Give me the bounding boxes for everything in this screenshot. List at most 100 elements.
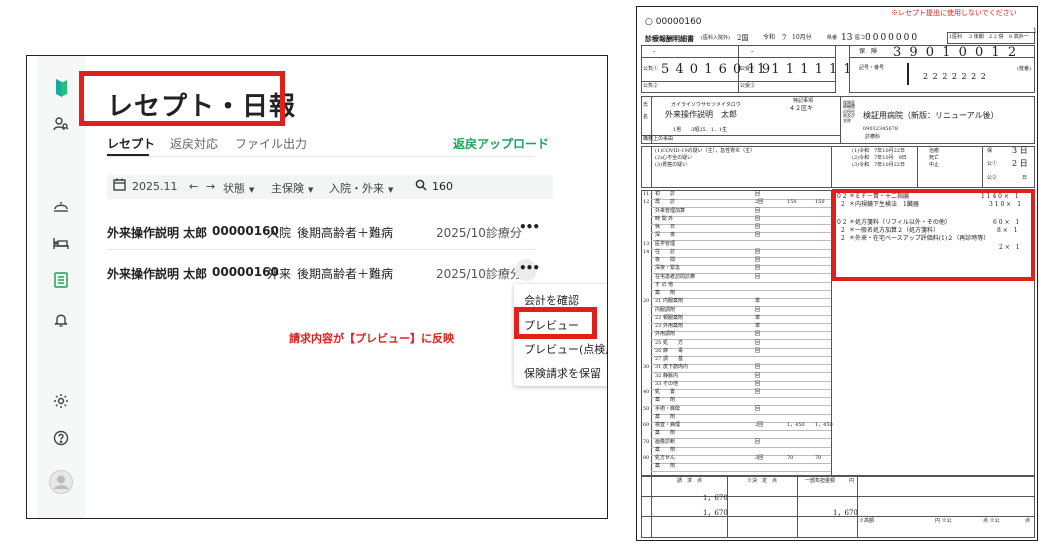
logo-icon[interactable] [49,76,73,100]
prev-month-icon[interactable]: ← [189,180,198,193]
item-count: 回 [755,380,761,387]
item-code: 50 [643,405,650,412]
receipt-form-title: 診療報酬明細書 [645,34,694,43]
rule [831,146,832,188]
rule [727,476,728,538]
rule [797,476,798,538]
rule [641,496,1035,497]
footer-meal-3: 点 [1025,518,1031,524]
item-points: 1，450 [787,422,805,428]
menu-item-check-billing[interactable]: 会計を確認 [524,292,579,308]
item-points: 70 [787,455,794,461]
avatar-icon[interactable] [49,470,73,494]
item-row-rule [651,256,831,258]
insurance-filter[interactable]: 主保険 ▼ [271,180,313,196]
receipt-pref-no: 13 [841,33,853,43]
bed-icon[interactable] [49,231,73,255]
receipt-icon[interactable] [49,268,73,292]
item-label: 検査・病理 [655,422,681,428]
item-label: 薬 剤 [655,290,676,296]
footer-meal-2: 点 ※公 [983,518,1000,524]
insurance-filter-label: 主保険 [271,182,304,195]
item-count: 回 [755,306,761,313]
label-mei: 名 [643,114,649,120]
receipt-flag-2: 3 後期 [969,34,984,40]
item-label: 外用調剤 [655,331,676,338]
tab-receipt[interactable]: レセプト [107,135,155,152]
bell-icon[interactable] [49,308,73,332]
help-icon[interactable] [49,426,73,450]
item-label: そ の 他 [655,281,674,288]
row-1-patient-name[interactable]: 外来操作説明 太郎 [107,224,207,241]
item-label: 往 診 [655,248,676,255]
row-2-patient-name[interactable]: 外来操作説明 太郎 [107,265,207,282]
outcome-3: 中止 [929,162,940,168]
menu-item-hold-claim[interactable]: 保険請求を保留 [524,365,601,381]
patient-kana: ガイライソウサセツメイタロウ [671,102,741,108]
item-total: 70 [815,455,822,461]
item-row-rule [651,413,831,415]
title-highlight-box [79,71,285,126]
detail-highlight-box [832,189,1035,281]
start-date-1: (1)令和 7年10月22日 [852,148,905,154]
tab-file-output[interactable]: ファイル出力 [235,135,307,152]
item-row-rule [651,388,831,390]
return-upload-link[interactable]: 返戻アップロード [453,135,549,152]
receipt-flag-3: 2 2 併 [989,34,1004,40]
days-label-1: 保 [987,148,993,154]
item-row-rule [651,446,831,448]
user-search-icon[interactable] [49,112,73,136]
rule [641,81,836,82]
chevron-down-icon: ▼ [308,186,314,194]
footer-meal-1: 円 ※公 [935,518,952,524]
care-type-filter[interactable]: 入院・外来 ▼ [329,180,393,196]
start-date-3: (3)令和 7年10月22日 [852,162,905,168]
calendar-icon[interactable] [113,178,126,194]
status-filter[interactable]: 状態 ▼ [223,180,254,196]
row-1-more-icon[interactable]: ••• [519,220,540,234]
row-2-more-icon[interactable]: ••• [519,261,540,275]
receipt-page: 2国 [737,34,749,42]
item-count: 回 [755,372,761,379]
item-count: 回 [755,405,761,412]
chevron-down-icon: ▼ [249,186,255,194]
item-label: 時 間 外 [655,215,674,222]
item-label: 薬 剤 [655,446,676,453]
settings-icon[interactable] [49,389,73,413]
receipt-month: 10月分 [792,34,812,41]
item-label: 23 外用薬剤 [655,323,683,329]
item-label: 内服調剤 [655,306,676,313]
symbol-label: 記号・番号 [859,65,885,71]
item-code: 11 [643,191,650,197]
dept: 診療科 [865,134,881,140]
row-1-period: 2025/10診療分 [436,226,522,240]
rule [917,146,918,188]
item-label: 深 夜 [655,232,676,239]
month-value[interactable]: 2025.11 [132,180,178,193]
receipt-pref-label: 県番 [827,35,838,41]
search-input[interactable]: 160 [432,180,453,193]
item-row-rule [651,471,831,473]
item-code: 13 [643,240,650,247]
days-value-3: 日 [1022,175,1028,181]
item-label: 25 処 方 [655,339,683,346]
item-row-rule [651,397,831,399]
item-code: 20 [643,298,650,305]
receipt-patient-no: ○ 00000160 [645,17,702,27]
next-month-icon[interactable]: → [206,180,215,193]
days-value-1: 3 日 [1012,146,1028,155]
item-label: 薬 剤 [655,397,676,404]
item-count: 回 [755,224,761,230]
preview-highlight-box [514,307,597,339]
footer-block [641,476,1035,538]
item-count: 回 [755,339,761,346]
menu-item-preview-check[interactable]: プレビュー(点検用) [524,341,607,357]
tab-return[interactable]: 返戻対応 [170,135,218,152]
item-count: 回 [755,438,761,445]
reception-icon[interactable] [49,195,73,219]
dash: - [751,48,754,56]
special-label: 特記事項 [793,98,814,104]
item-count: 単 [755,314,761,321]
item-count: 2回 [755,422,764,428]
item-row-rule [651,232,831,234]
